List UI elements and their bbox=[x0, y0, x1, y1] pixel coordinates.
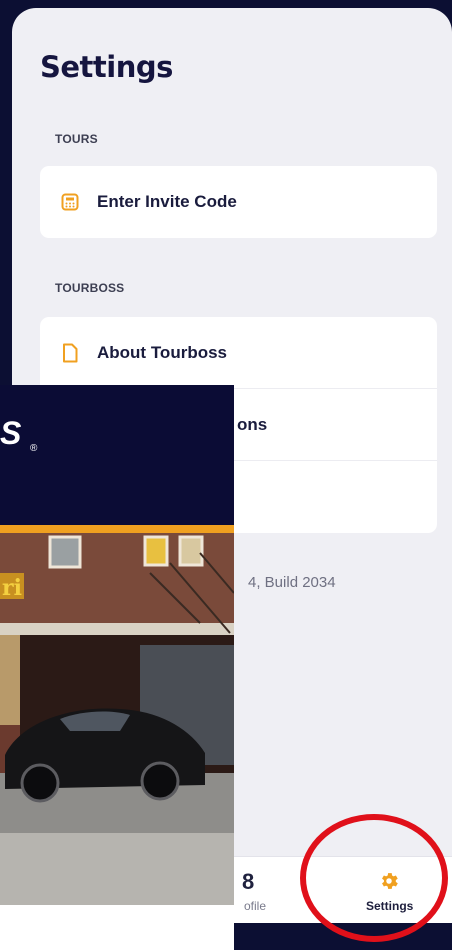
terms-label: ons bbox=[237, 414, 268, 434]
overlay-accent-stripe bbox=[0, 525, 234, 533]
sign-text: ri bbox=[2, 575, 22, 601]
overlay-logo-text: S bbox=[0, 415, 21, 451]
section-label-tours: TOURS bbox=[55, 132, 98, 146]
enter-invite-code-label: Enter Invite Code bbox=[97, 192, 237, 211]
version-text: 4, Build 2034 bbox=[248, 574, 336, 591]
section-label-tourboss: TOURBOSS bbox=[55, 281, 125, 295]
registered-mark: ® bbox=[30, 443, 38, 454]
enter-invite-code-row[interactable]: Enter Invite Code bbox=[40, 166, 437, 238]
about-tourboss-label: About Tourboss bbox=[97, 342, 227, 362]
about-tourboss-row[interactable]: About Tourboss bbox=[40, 317, 437, 389]
profile-icon: 8 bbox=[242, 869, 255, 894]
tab-profile-label: ofile bbox=[244, 899, 267, 913]
car-photo: ri bbox=[0, 533, 234, 905]
tours-card: Enter Invite Code bbox=[40, 166, 437, 238]
page-title: Settings bbox=[40, 50, 173, 84]
highlight-circle bbox=[300, 814, 448, 942]
calculator-icon bbox=[60, 192, 80, 212]
thumbnail-overlay: S ® ri bbox=[0, 385, 234, 950]
document-icon bbox=[60, 343, 80, 363]
overlay-header: S ® bbox=[0, 385, 234, 525]
